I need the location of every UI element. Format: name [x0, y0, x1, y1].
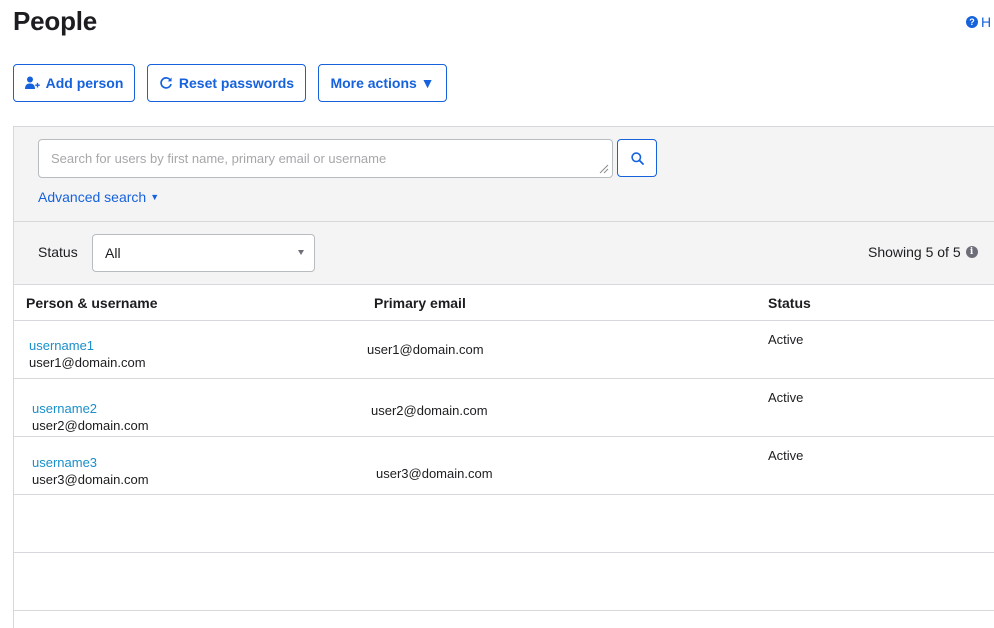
username-link[interactable]: username3 — [32, 455, 97, 470]
search-icon — [630, 151, 644, 165]
person-email: user3@domain.com — [32, 472, 149, 487]
column-header-email[interactable]: Primary email — [374, 295, 466, 311]
more-actions-label: More actions ▼ — [330, 75, 435, 91]
result-count-text: Showing 5 of 5 — [868, 244, 961, 260]
table-row: username3 user3@domain.com user3@domain.… — [14, 437, 994, 495]
search-input[interactable] — [38, 139, 613, 178]
username-link[interactable]: username2 — [32, 401, 97, 416]
table-row: username1 user1@domain.com user1@domain.… — [14, 321, 994, 379]
help-circle-icon: ? — [966, 16, 978, 28]
search-button[interactable] — [617, 139, 657, 177]
username-link[interactable]: username1 — [29, 338, 94, 353]
reset-passwords-button[interactable]: Reset passwords — [147, 64, 306, 102]
table-row: username2 user2@domain.com user2@domain.… — [14, 379, 994, 437]
reset-passwords-label: Reset passwords — [178, 75, 295, 91]
status-filter-label: Status — [38, 244, 78, 260]
info-icon[interactable]: i — [965, 246, 978, 258]
help-link[interactable]: ? H — [966, 14, 991, 30]
refresh-icon — [160, 77, 172, 89]
column-header-person[interactable]: Person & username — [26, 295, 158, 311]
person-email: user2@domain.com — [32, 418, 149, 433]
status-value: Active — [768, 332, 804, 347]
search-area: Advanced search ▼ — [14, 127, 994, 221]
filter-bar: Status All Showing 5 of 5 i — [14, 221, 994, 284]
person-email: user1@domain.com — [29, 355, 146, 370]
status-value: Active — [768, 448, 804, 463]
resize-grip-icon[interactable] — [599, 164, 609, 174]
column-header-status[interactable]: Status — [768, 295, 811, 311]
advanced-search-label: Advanced search — [38, 189, 147, 205]
add-person-label: Add person — [45, 75, 124, 91]
primary-email: user3@domain.com — [376, 466, 493, 481]
advanced-search-toggle[interactable]: Advanced search ▼ — [38, 189, 159, 205]
people-panel: Advanced search ▼ Status All Showing 5 o… — [13, 126, 994, 628]
status-value: Active — [768, 390, 804, 405]
page-title: People — [13, 6, 98, 36]
status-filter-value: All — [105, 245, 121, 261]
primary-email: user1@domain.com — [367, 342, 484, 357]
add-user-icon — [24, 76, 40, 89]
primary-email: user2@domain.com — [371, 403, 488, 418]
status-filter-select[interactable]: All — [92, 234, 315, 272]
chevron-down-icon: ▼ — [150, 192, 160, 202]
help-label: H — [981, 14, 992, 30]
table-header: Person & username Primary email Status — [14, 284, 994, 321]
add-person-button[interactable]: Add person — [13, 64, 135, 102]
table-row — [14, 495, 994, 553]
result-count: Showing 5 of 5 i — [868, 244, 978, 260]
people-page: People ? H Add person Reset passwords Mo… — [0, 0, 994, 628]
chevron-down-icon — [298, 250, 304, 255]
more-actions-button[interactable]: More actions ▼ — [318, 64, 447, 102]
table-row — [14, 553, 994, 611]
